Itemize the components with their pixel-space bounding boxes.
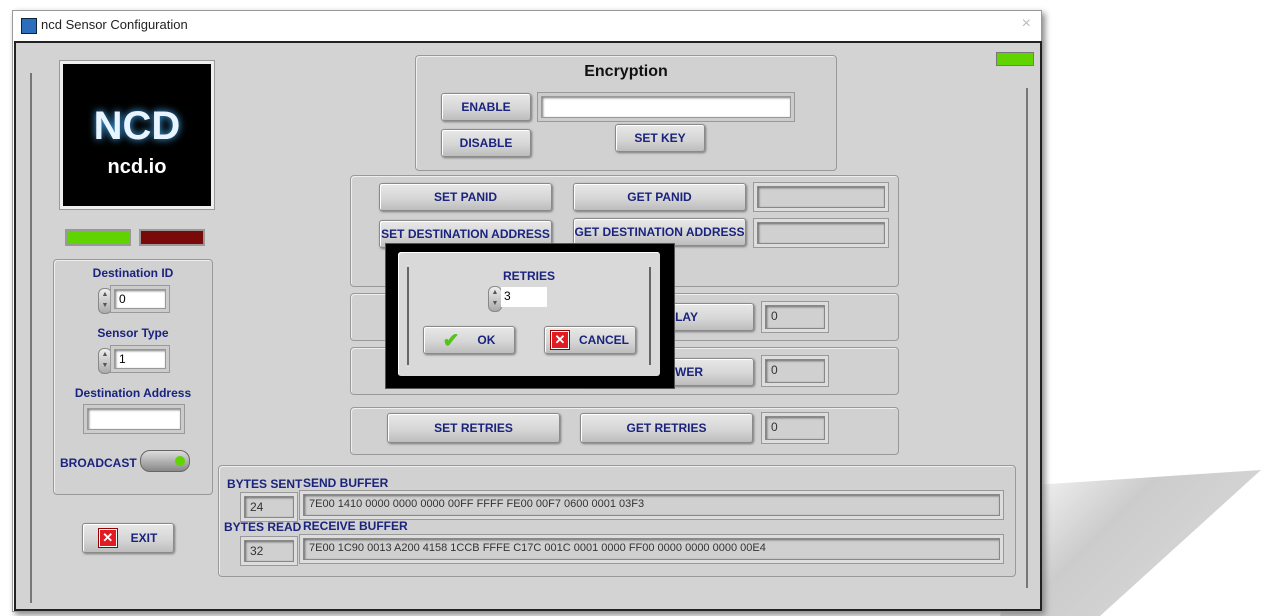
destination-address-value xyxy=(757,222,885,244)
cancel-label: CANCEL xyxy=(579,333,629,347)
checkmark-icon: ✔ xyxy=(442,329,460,352)
get-panid-button[interactable]: GET PANID xyxy=(573,183,746,211)
encryption-group: Encryption ENABLE DISABLE SET KEY xyxy=(415,55,837,171)
set-retries-button[interactable]: SET RETRIES xyxy=(387,413,560,443)
sensor-type-spinner[interactable]: ▲ ▼ xyxy=(98,348,112,374)
get-retries-button[interactable]: GET RETRIES xyxy=(580,413,753,443)
destination-id-label: Destination ID xyxy=(92,266,174,280)
right-scroll-divider xyxy=(1026,88,1028,588)
status-led xyxy=(996,52,1034,66)
logo-text: NCD xyxy=(93,104,181,148)
title-bar: ncd Sensor Configuration × xyxy=(13,11,1041,39)
close-x-icon: ✕ xyxy=(97,528,118,548)
disable-button[interactable]: DISABLE xyxy=(441,129,531,157)
sensor-type-input[interactable]: 1 xyxy=(114,349,166,369)
enable-button[interactable]: ENABLE xyxy=(441,93,531,121)
power-value: 0 xyxy=(765,359,825,383)
ok-label: OK xyxy=(477,333,496,347)
main-panel: NCD ncd.io Destination ID ▲ ▼ 0 Sensor Ty… xyxy=(14,41,1042,611)
dialog-retries-label: RETRIES xyxy=(502,269,555,283)
window-title: ncd Sensor Configuration xyxy=(41,17,188,32)
send-buffer-label: SEND BUFFER xyxy=(303,476,389,490)
exit-label: EXIT xyxy=(130,531,158,545)
ok-button[interactable]: ✔ OK xyxy=(423,326,515,354)
app-window: ncd Sensor Configuration × NCD ncd.io De… xyxy=(12,10,1042,612)
close-button[interactable]: × xyxy=(1022,15,1031,33)
left-scroll-divider xyxy=(30,73,32,603)
cancel-button[interactable]: ✕ CANCEL xyxy=(544,326,636,354)
close-x-icon: ✕ xyxy=(550,330,570,350)
broadcast-toggle[interactable] xyxy=(140,450,190,472)
bytes-sent-label: BYTES SENT xyxy=(227,477,303,491)
receive-buffer-value: 7E00 1C90 0013 A200 4158 1CCB FFFE C17C … xyxy=(303,538,1000,560)
bytes-read-value: 32 xyxy=(244,540,294,562)
app-icon xyxy=(21,18,37,34)
retries-value: 0 xyxy=(765,416,825,440)
destination-address-input[interactable] xyxy=(87,408,181,430)
exit-button[interactable]: ✕ EXIT xyxy=(82,523,174,553)
broadcast-label: BROADCAST xyxy=(60,456,137,470)
destination-group: Destination ID ▲ ▼ 0 Sensor Type ▲ ▼ 1 Des… xyxy=(53,259,213,495)
sensor-type-label: Sensor Type xyxy=(97,326,169,340)
set-key-button[interactable]: SET KEY xyxy=(615,124,705,152)
encryption-title: Encryption xyxy=(584,63,668,80)
destination-address-label: Destination Address xyxy=(74,386,192,400)
receive-buffer-label: RECEIVE BUFFER xyxy=(303,519,408,533)
get-destination-address-button[interactable]: GET DESTINATION ADDRESS xyxy=(573,218,746,246)
retries-dialog: RETRIES ▲ ▼ 3 ✔ OK ✕ CANCEL xyxy=(385,243,675,389)
destination-id-input[interactable]: 0 xyxy=(114,289,166,309)
panid-value xyxy=(757,186,885,208)
encryption-key-input[interactable] xyxy=(541,96,791,118)
logo-site: ncd.io xyxy=(107,156,167,178)
ncd-logo: NCD ncd.io xyxy=(60,61,214,209)
dialog-retries-input[interactable]: 3 xyxy=(501,287,547,307)
retries-group: SET RETRIES GET RETRIES 0 xyxy=(350,407,899,455)
dialog-retries-spinner[interactable]: ▲ ▼ xyxy=(488,286,502,312)
send-buffer-value: 7E00 1410 0000 0000 0000 00FF FFFF FE00 … xyxy=(303,494,1000,516)
red-led xyxy=(139,229,205,246)
bytes-read-label: BYTES READ xyxy=(224,520,302,534)
buffer-group: BYTES SENT SEND BUFFER 24 7E00 1410 0000… xyxy=(218,465,1016,577)
green-led xyxy=(65,229,131,246)
delay-value: 0 xyxy=(765,305,825,329)
set-panid-button[interactable]: SET PANID xyxy=(379,183,552,211)
bytes-sent-value: 24 xyxy=(244,496,294,518)
destination-id-spinner[interactable]: ▲ ▼ xyxy=(98,288,112,314)
